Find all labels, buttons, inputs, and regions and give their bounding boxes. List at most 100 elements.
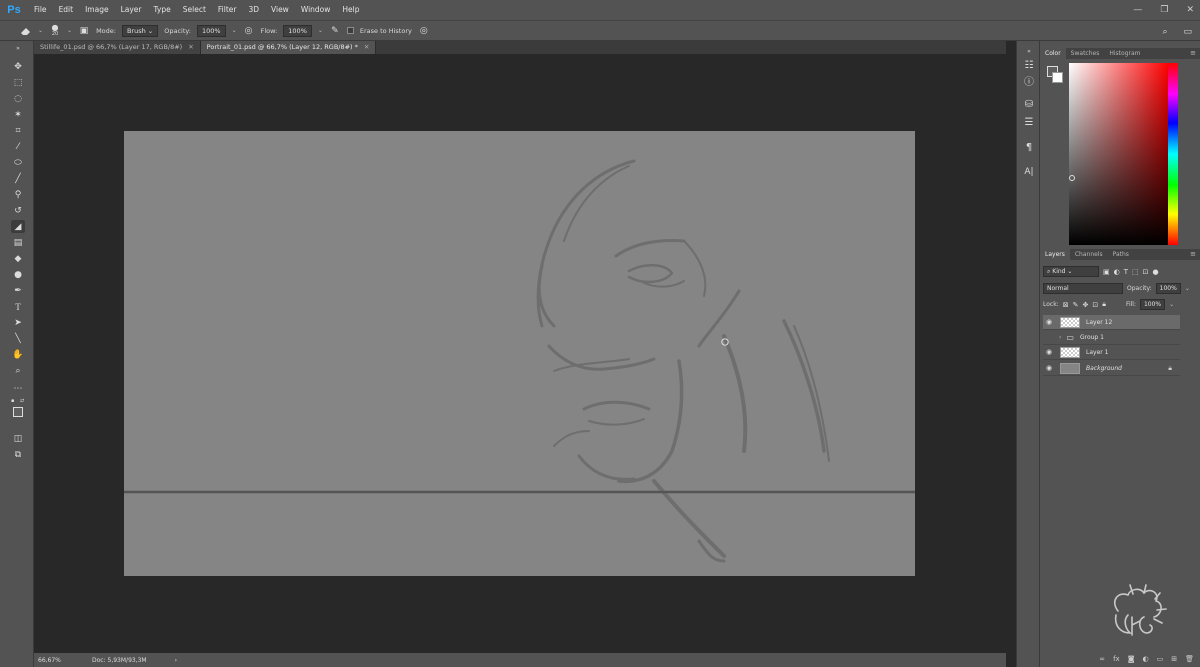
- hand-tool-icon[interactable]: ✋: [11, 348, 25, 361]
- brush-panel-icon[interactable]: ▣: [78, 25, 90, 37]
- visibility-eye-icon[interactable]: ◉: [1043, 364, 1055, 372]
- mode-select[interactable]: Brush ⌄: [121, 24, 159, 37]
- blur-tool-icon[interactable]: ◆: [11, 252, 25, 265]
- adjustments-icon[interactable]: ☷: [1022, 58, 1036, 72]
- clone-stamp-tool-icon[interactable]: ⚲: [11, 188, 25, 201]
- group-expand-chevron-icon[interactable]: ›: [1059, 334, 1061, 341]
- edit-toolbar-icon[interactable]: ⋯: [11, 382, 25, 395]
- visibility-eye-icon[interactable]: ◉: [1043, 318, 1055, 326]
- tab-layers[interactable]: Layers: [1040, 249, 1070, 260]
- filter-smart-object-icon[interactable]: ⊡: [1143, 268, 1149, 276]
- tool-preset-dropdown-icon[interactable]: ⌄: [38, 27, 43, 34]
- minimize-icon[interactable]: —: [1133, 5, 1142, 15]
- maximize-icon[interactable]: ❐: [1160, 5, 1168, 15]
- filter-adjustment-icon[interactable]: ◐: [1114, 268, 1120, 276]
- type-tool-icon[interactable]: T: [11, 300, 25, 313]
- close-icon[interactable]: ✕: [1186, 5, 1194, 15]
- properties-icon[interactable]: ☰: [1022, 115, 1036, 129]
- add-mask-icon[interactable]: ◙: [1128, 655, 1135, 663]
- quick-mask-icon[interactable]: ◫: [11, 432, 25, 445]
- menu-window[interactable]: Window: [295, 0, 337, 20]
- tab-channels[interactable]: Channels: [1070, 249, 1108, 260]
- path-selection-tool-icon[interactable]: ➤: [11, 316, 25, 329]
- delete-layer-icon[interactable]: 🗑︎: [1185, 655, 1194, 663]
- brush-presets-icon[interactable]: ⛁: [1022, 97, 1036, 111]
- menu-help[interactable]: Help: [336, 0, 365, 20]
- new-group-icon[interactable]: ▭: [1157, 655, 1164, 663]
- workspace-icon[interactable]: ▭: [1183, 27, 1192, 37]
- filter-type-icon[interactable]: T: [1124, 268, 1128, 276]
- close-tab-icon[interactable]: ✕: [364, 43, 369, 51]
- menu-type[interactable]: Type: [148, 0, 177, 20]
- line-tool-icon[interactable]: ╲: [11, 332, 25, 345]
- gradient-tool-icon[interactable]: ▤: [11, 236, 25, 249]
- toolbar-collapse-icon[interactable]: »: [11, 42, 25, 55]
- doc-tab-portrait[interactable]: Portrait_01.psd @ 66,7% (Layer 12, RGB/8…: [200, 41, 377, 54]
- visibility-eye-icon[interactable]: ◉: [1043, 348, 1055, 356]
- tab-paths[interactable]: Paths: [1108, 249, 1134, 260]
- marquee-tool-icon[interactable]: ⬚: [11, 76, 25, 89]
- doc-tab-stillife[interactable]: Stillife_01.psd @ 66,7% (Layer 17, RGB/8…: [34, 41, 201, 54]
- lock-all-icon[interactable]: 🔒︎: [1102, 300, 1106, 309]
- menu-file[interactable]: File: [28, 0, 53, 20]
- eraser-tool-icon[interactable]: ◢: [11, 220, 25, 233]
- panel-menu-icon[interactable]: ≡: [1190, 48, 1196, 59]
- hue-slider[interactable]: [1168, 63, 1178, 245]
- lock-position-icon[interactable]: ✥: [1082, 301, 1088, 309]
- layer-row[interactable]: ◉ Layer 12: [1043, 315, 1180, 330]
- eyedropper-tool-icon[interactable]: ⁄: [11, 140, 25, 153]
- color-panel-background-swatch[interactable]: [1052, 72, 1063, 83]
- fill-dropdown-icon[interactable]: ⌄: [1169, 301, 1174, 308]
- menu-select[interactable]: Select: [177, 0, 212, 20]
- color-picker-marker[interactable]: [1069, 175, 1075, 181]
- fill-input[interactable]: 100%: [1139, 299, 1166, 310]
- tab-color[interactable]: Color: [1040, 48, 1066, 59]
- filter-shape-icon[interactable]: ⬚: [1132, 268, 1139, 276]
- status-menu-arrow[interactable]: ›: [147, 657, 177, 664]
- pen-tool-icon[interactable]: ✒: [11, 284, 25, 297]
- link-layers-icon[interactable]: ∞: [1099, 655, 1105, 663]
- document-canvas[interactable]: [124, 131, 915, 576]
- opacity-input[interactable]: 100%: [196, 24, 226, 37]
- zoom-level[interactable]: 66,67%: [34, 657, 72, 664]
- screen-mode-icon[interactable]: ⧉: [11, 448, 25, 461]
- dodge-tool-icon[interactable]: ●: [11, 268, 25, 281]
- erase-to-history-checkbox[interactable]: [346, 27, 354, 34]
- flow-input[interactable]: 100%: [283, 24, 312, 37]
- tab-swatches[interactable]: Swatches: [1066, 48, 1105, 59]
- move-tool-icon[interactable]: ✥: [11, 60, 25, 73]
- default-colors-icon[interactable]: ▪: [11, 398, 14, 404]
- menu-filter[interactable]: Filter: [212, 0, 243, 20]
- character-icon[interactable]: A|: [1022, 165, 1036, 179]
- zoom-tool-icon[interactable]: ⌕: [11, 364, 25, 377]
- brush-tool-icon[interactable]: ╱: [11, 172, 25, 185]
- close-tab-icon[interactable]: ✕: [188, 43, 193, 51]
- opacity-dropdown-icon[interactable]: ⌄: [232, 27, 237, 34]
- healing-brush-tool-icon[interactable]: ⬭: [11, 156, 25, 169]
- layer-row[interactable]: ◉ Layer 1: [1043, 345, 1180, 360]
- color-picker-field[interactable]: [1069, 63, 1169, 245]
- expand-panels-icon[interactable]: «: [1022, 44, 1036, 58]
- layer-row[interactable]: › ▭ Group 1: [1043, 330, 1180, 345]
- new-layer-icon[interactable]: ⊞: [1171, 655, 1177, 663]
- filter-pixel-icon[interactable]: ▣: [1103, 268, 1110, 276]
- history-brush-tool-icon[interactable]: ↺: [11, 204, 25, 217]
- adjustment-layer-icon[interactable]: ◐: [1143, 655, 1149, 663]
- brush-preset-picker[interactable]: ● 20: [49, 23, 61, 37]
- menu-view[interactable]: View: [265, 0, 295, 20]
- magic-wand-tool-icon[interactable]: ✶: [11, 108, 25, 121]
- lasso-tool-icon[interactable]: ◌: [11, 92, 25, 105]
- eraser-tool-icon[interactable]: [20, 25, 32, 37]
- paragraph-icon[interactable]: ¶: [1022, 140, 1036, 154]
- search-icon[interactable]: ⌕: [1162, 27, 1167, 37]
- layer-style-icon[interactable]: fx: [1113, 655, 1120, 663]
- info-icon[interactable]: ⓘ: [1022, 73, 1036, 88]
- menu-image[interactable]: Image: [79, 0, 115, 20]
- crop-tool-icon[interactable]: ⌗: [11, 124, 25, 137]
- lock-artboard-icon[interactable]: ⊡: [1092, 301, 1098, 309]
- flow-dropdown-icon[interactable]: ⌄: [318, 27, 323, 34]
- pressure-opacity-icon[interactable]: ◎: [243, 25, 255, 37]
- blend-mode-select[interactable]: Normal: [1043, 283, 1123, 294]
- layer-opacity-dropdown-icon[interactable]: ⌄: [1185, 285, 1190, 292]
- panel-menu-icon[interactable]: ≡: [1190, 249, 1196, 260]
